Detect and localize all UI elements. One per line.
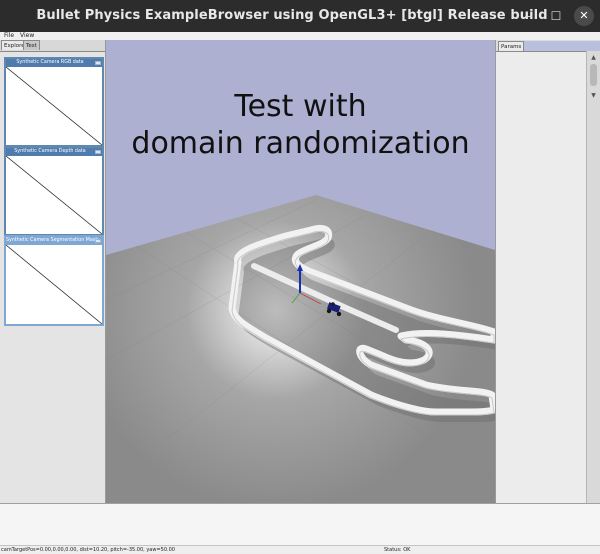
camera-window-rgb[interactable]: Synthetic Camera RGB data [4,57,104,147]
console-area[interactable] [0,503,600,545]
title-bar: Bullet Physics ExampleBrowser using Open… [0,0,600,32]
status-bar: camTargetPos=0.00,0.00,0.00, dist=10.20,… [0,545,600,554]
camera-window-rgb-title: Synthetic Camera RGB data [16,60,84,65]
scroll-up-icon[interactable]: ▲ [589,53,598,62]
camera-window-segmentation-title: Synthetic Camera Segmentation Mask [6,238,99,243]
scroll-thumb[interactable] [590,64,597,86]
menu-bar: File View [0,32,600,40]
left-panel: Explorer Test Synthetic Camera RGB data … [0,40,106,503]
camera-window-depth[interactable]: Synthetic Camera Depth data [4,146,104,236]
tab-test[interactable]: Test [23,40,40,50]
viewport-3d[interactable]: Test with domain randomization [106,40,495,503]
menu-view[interactable]: View [20,32,34,40]
camera-status-text: camTargetPos=0.00,0.00,0.00, dist=10.20,… [1,547,175,553]
camera-rgb-image [6,67,102,145]
menu-file[interactable]: File [4,32,14,40]
camera-window-rgb-header[interactable]: Synthetic Camera RGB data [6,59,102,67]
camera-window-segmentation-header[interactable]: Synthetic Camera Segmentation Mask [6,237,102,245]
params-scrollbar[interactable]: ▲ ▼ [586,51,600,503]
camera-segmentation-image [6,245,102,324]
camera-window-rgb-toggle-button[interactable] [95,61,101,65]
maximize-button[interactable]: ☐ [546,6,566,26]
scroll-down-icon[interactable]: ▼ [589,91,598,100]
status-text: Status: OK [384,547,411,553]
app-window: Bullet Physics ExampleBrowser using Open… [0,0,600,554]
camera-depth-image [6,156,102,234]
camera-window-segmentation[interactable]: Synthetic Camera Segmentation Mask [4,235,104,326]
overlay-text-line2: domain randomization [131,126,470,161]
close-button[interactable]: ✕ [574,6,594,26]
minimize-button[interactable]: – [520,6,540,26]
camera-window-depth-title: Synthetic Camera Depth data [14,149,86,154]
params-panel: Params ▲ ▼ [495,40,600,503]
camera-window-segmentation-toggle-button[interactable] [95,239,101,243]
explorer-body: Synthetic Camera RGB data Synthetic Came… [0,51,105,503]
params-body [496,51,586,503]
params-header-bar [516,41,600,51]
overlay-text-line1: Test with [234,89,367,124]
camera-window-depth-toggle-button[interactable] [95,150,101,154]
window-title: Bullet Physics ExampleBrowser using Open… [36,8,548,23]
tab-params[interactable]: Params [498,41,525,51]
camera-window-depth-header[interactable]: Synthetic Camera Depth data [6,148,102,156]
